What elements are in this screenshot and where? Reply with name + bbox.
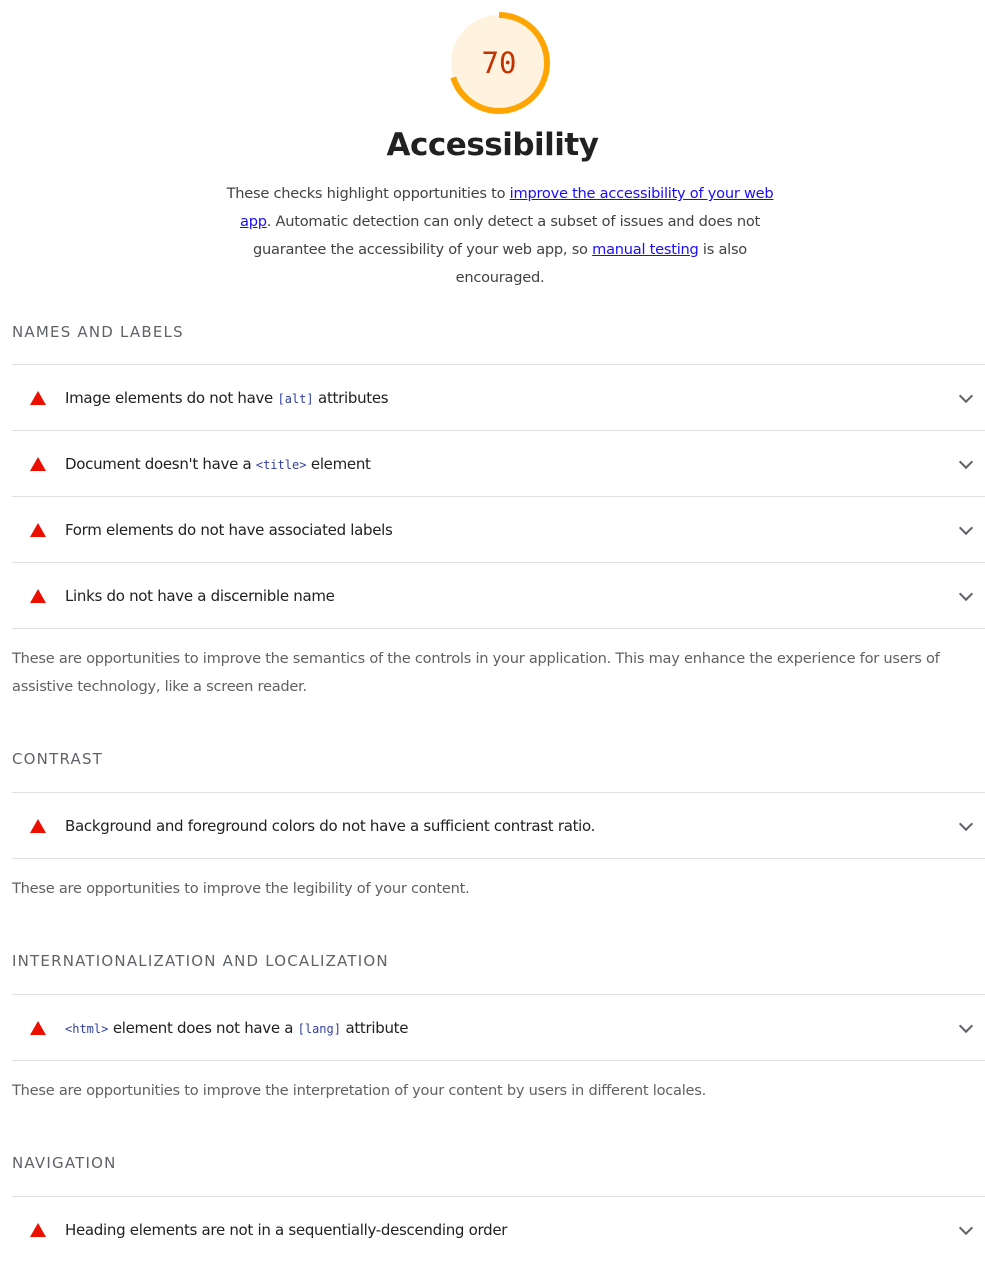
chevron-down-icon[interactable] bbox=[958, 1018, 974, 1034]
chevron-down-icon[interactable] bbox=[958, 586, 974, 602]
group-title-i18n: INTERNATIONALIZATION AND LOCALIZATION bbox=[12, 952, 389, 970]
audit-label: Background and foreground colors do not … bbox=[65, 816, 596, 835]
audit-item[interactable]: <html> element does not have a [lang] at… bbox=[12, 994, 985, 1061]
chevron-down-icon[interactable] bbox=[958, 1220, 974, 1236]
audit-list-navigation: Heading elements are not in a sequential… bbox=[12, 1196, 985, 1262]
chevron-down-icon[interactable] bbox=[958, 816, 974, 832]
audit-item[interactable]: Heading elements are not in a sequential… bbox=[12, 1196, 985, 1262]
audit-label: Document doesn't have a <title> element bbox=[65, 454, 371, 473]
audit-label: Links do not have a discernible name bbox=[65, 586, 335, 605]
manual-testing-link[interactable]: manual testing bbox=[592, 241, 699, 258]
fail-triangle-icon bbox=[30, 456, 46, 471]
audit-label: Heading elements are not in a sequential… bbox=[65, 1220, 508, 1239]
audit-label: Image elements do not have [alt] attribu… bbox=[65, 388, 389, 407]
category-title: Accessibility bbox=[386, 127, 599, 163]
fail-triangle-icon bbox=[30, 522, 46, 537]
audit-item[interactable]: Form elements do not have associated lab… bbox=[12, 496, 985, 562]
category-description: These checks highlight opportunities to … bbox=[226, 185, 774, 286]
group-description-names-labels: These are opportunities to improve the s… bbox=[12, 650, 940, 695]
fail-triangle-icon bbox=[30, 588, 46, 603]
fail-triangle-icon bbox=[30, 1222, 46, 1237]
audit-list-names-labels: Image elements do not have [alt] attribu… bbox=[12, 364, 985, 629]
audit-list-contrast: Background and foreground colors do not … bbox=[12, 792, 985, 859]
audit-item[interactable]: Background and foreground colors do not … bbox=[12, 792, 985, 859]
group-description-contrast: These are opportunities to improve the l… bbox=[12, 880, 470, 897]
fail-triangle-icon bbox=[30, 390, 46, 405]
chevron-down-icon[interactable] bbox=[958, 388, 974, 404]
group-title-contrast: CONTRAST bbox=[12, 750, 104, 768]
group-title-navigation: NAVIGATION bbox=[12, 1154, 117, 1172]
chevron-down-icon[interactable] bbox=[958, 520, 974, 536]
score-value: 70 bbox=[481, 46, 517, 80]
audit-label: <html> element does not have a [lang] at… bbox=[65, 1018, 409, 1037]
audit-item[interactable]: Links do not have a discernible name bbox=[12, 562, 985, 629]
score-gauge: 70 bbox=[446, 10, 552, 116]
group-description-i18n: These are opportunities to improve the i… bbox=[12, 1082, 707, 1099]
audit-label: Form elements do not have associated lab… bbox=[65, 520, 393, 539]
fail-triangle-icon bbox=[30, 818, 46, 833]
audit-item[interactable]: Image elements do not have [alt] attribu… bbox=[12, 364, 985, 430]
fail-triangle-icon bbox=[30, 1020, 46, 1035]
audit-item[interactable]: Document doesn't have a <title> element bbox=[12, 430, 985, 496]
group-title-names-labels: NAMES AND LABELS bbox=[12, 323, 184, 341]
chevron-down-icon[interactable] bbox=[958, 454, 974, 470]
audit-list-i18n: <html> element does not have a [lang] at… bbox=[12, 994, 985, 1061]
